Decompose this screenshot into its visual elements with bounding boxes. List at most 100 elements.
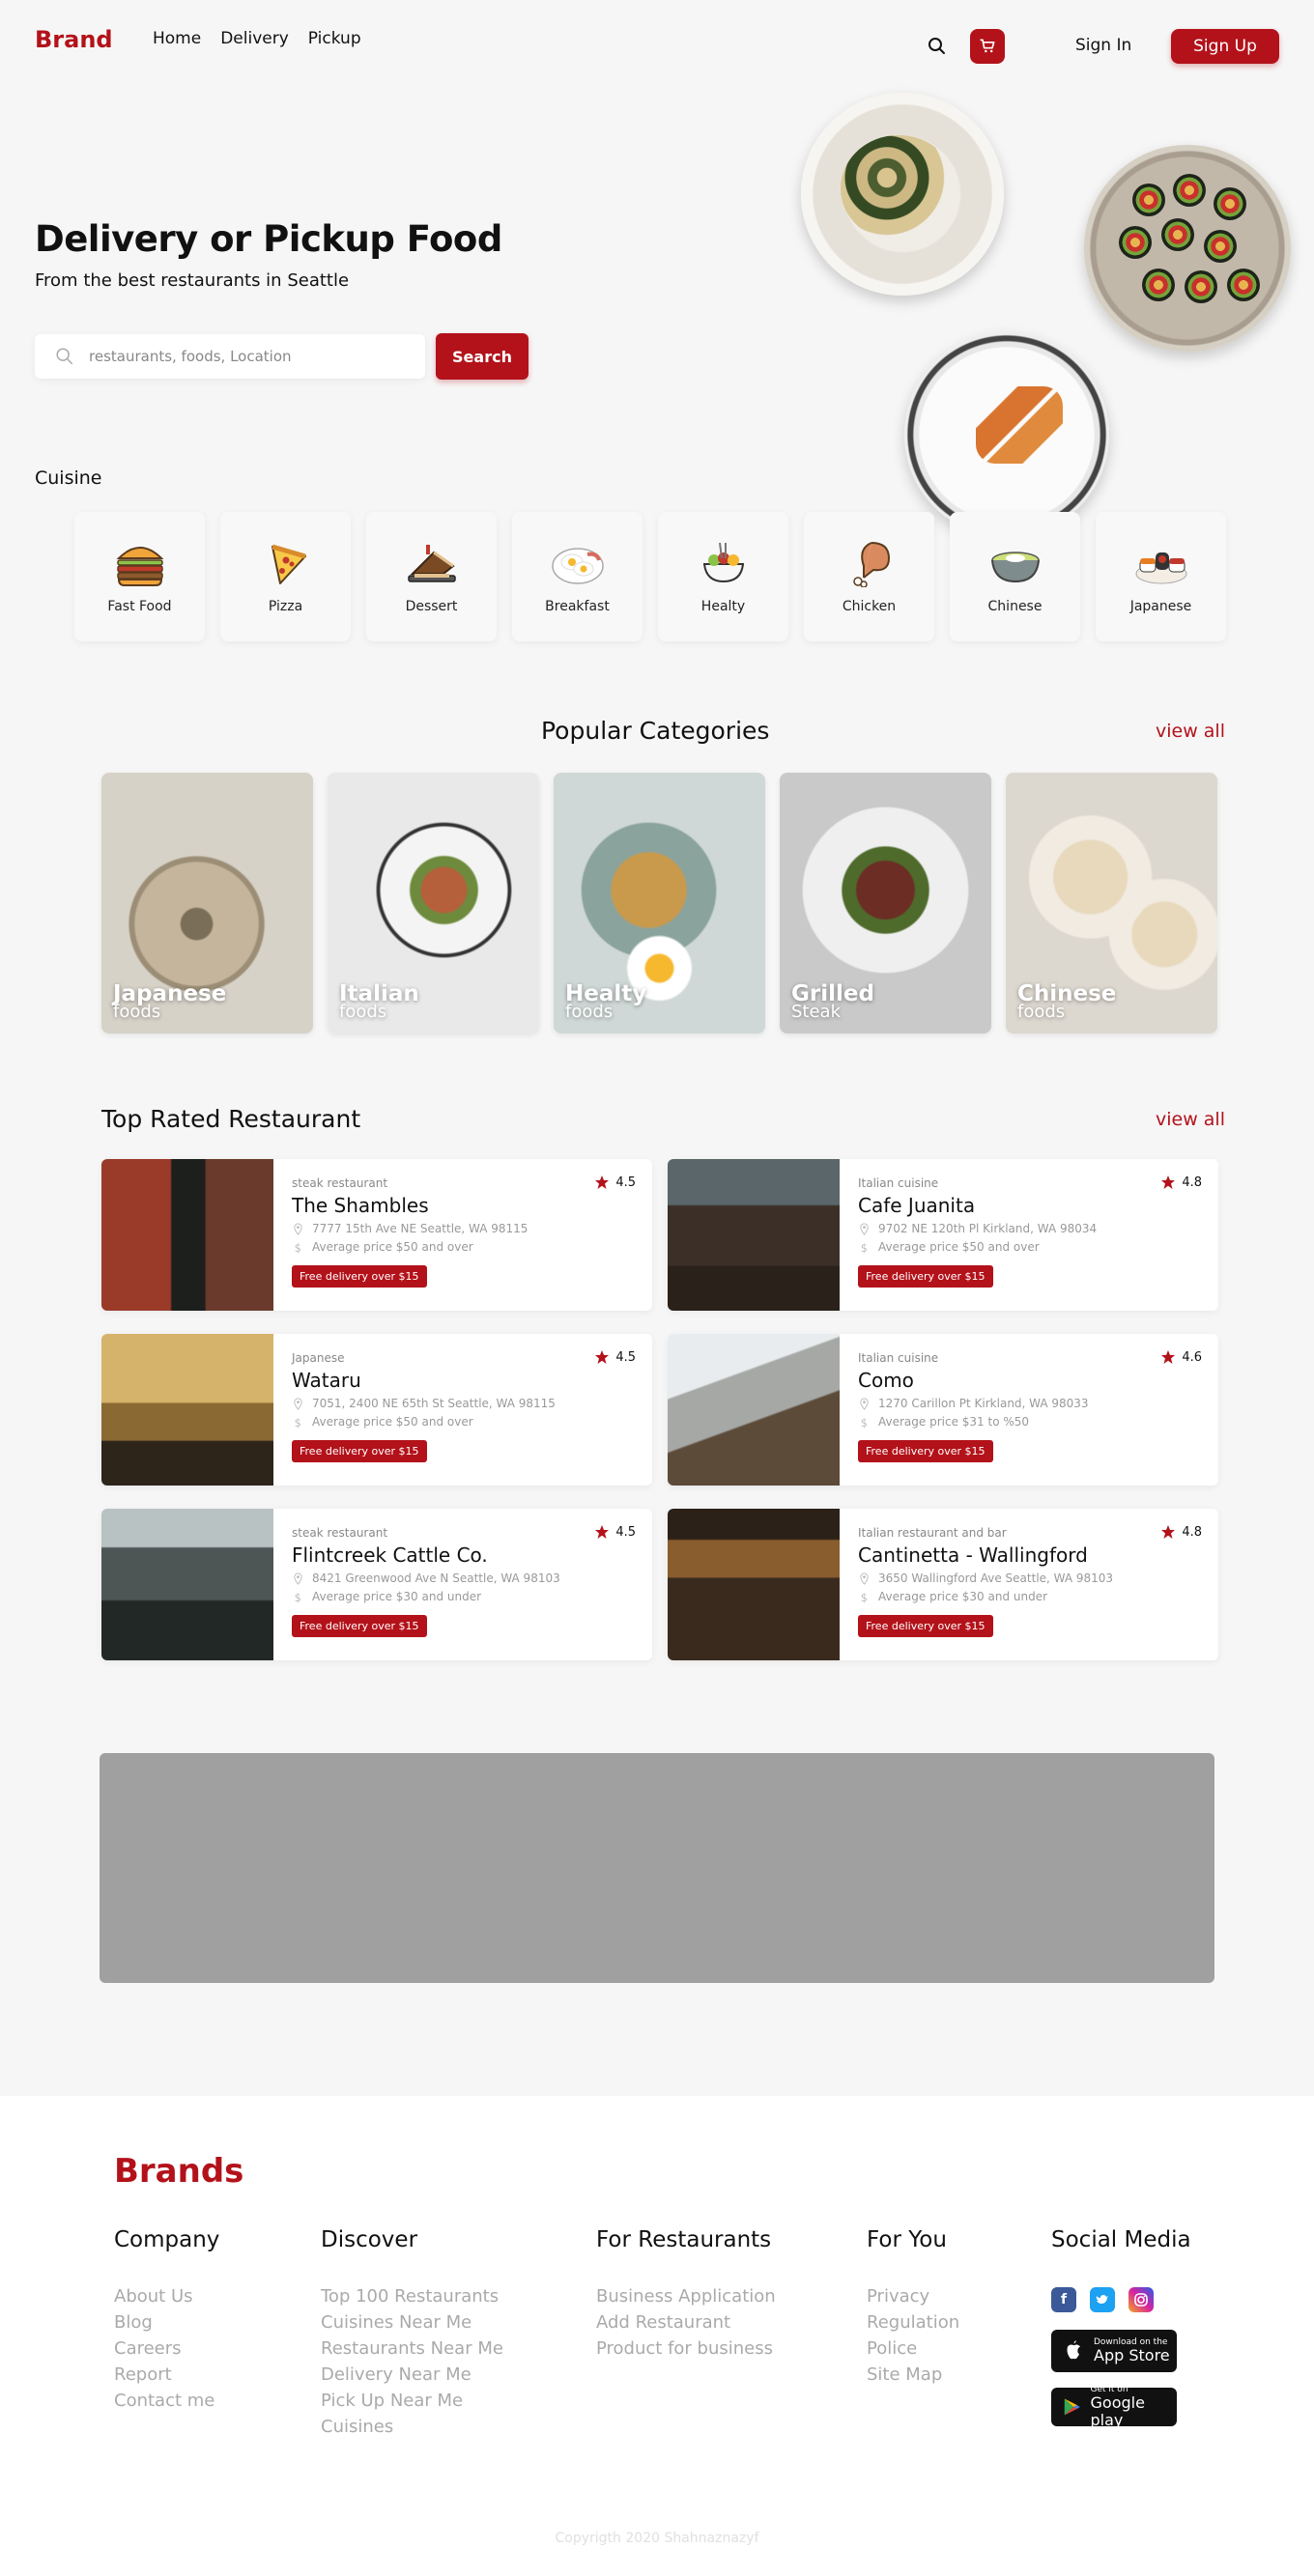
footer-link-about[interactable]: About Us: [114, 2283, 219, 2309]
cuisine-title: Cuisine: [35, 467, 102, 489]
restaurant-name: The Shambles: [292, 1194, 429, 1217]
category-card-grilled[interactable]: Grilled Steak: [780, 773, 991, 1033]
search-input[interactable]: [89, 348, 398, 365]
delivery-badge: Free delivery over $15: [292, 1265, 427, 1288]
hero-title: Delivery or Pickup Food: [35, 218, 502, 260]
footer-link-regulation[interactable]: Regulation: [867, 2309, 959, 2335]
dollar-icon: $: [861, 1592, 868, 1603]
category-card-chinese[interactable]: Chinese foods: [1006, 773, 1217, 1033]
restaurant-card[interactable]: Italian cuisine Cafe Juanita 9702 NE 120…: [668, 1159, 1218, 1311]
footer-link-add-restaurant[interactable]: Add Restaurant: [596, 2309, 776, 2335]
restaurant-name: Wataru: [292, 1369, 361, 1392]
footer-link-careers[interactable]: Careers: [114, 2335, 219, 2362]
category-sub: foods: [565, 1002, 614, 1022]
cuisine-label: Breakfast: [545, 599, 610, 614]
rating-value: 4.8: [1182, 1524, 1202, 1540]
restaurant-image: [668, 1159, 840, 1311]
footer-link-cuisines[interactable]: Cuisines: [321, 2414, 503, 2440]
restaurant-card[interactable]: Italian restaurant and bar Cantinetta - …: [668, 1509, 1218, 1660]
footer-link-business-app[interactable]: Business Application: [596, 2283, 776, 2309]
twitter-icon[interactable]: [1090, 2287, 1115, 2312]
sign-up-button[interactable]: Sign Up: [1171, 29, 1279, 64]
restaurant-price: Average price $50 and over: [312, 1240, 473, 1254]
restaurant-address: 8421 Greenwood Ave N Seattle, WA 98103: [312, 1571, 560, 1585]
google-play-button[interactable]: Get it on Google play: [1051, 2385, 1177, 2429]
sign-in-link[interactable]: Sign In: [1075, 36, 1131, 55]
location-pin-icon: [294, 1571, 302, 1585]
promo-banner-placeholder: [100, 1753, 1214, 1983]
restaurant-address: 7777 15th Ave NE Seattle, WA 98115: [312, 1222, 528, 1235]
category-card-healty[interactable]: Healty foods: [554, 773, 765, 1033]
restaurant-rating: 4.6: [1160, 1349, 1202, 1365]
footer-link-blog[interactable]: Blog: [114, 2309, 219, 2335]
footer-link-cuisines-near[interactable]: Cuisines Near Me: [321, 2309, 503, 2335]
cuisine-dessert[interactable]: Dessert: [366, 512, 497, 641]
cuisine-label: Pizza: [268, 599, 303, 614]
footer-link-police[interactable]: Police: [867, 2335, 959, 2362]
cuisine-chinese[interactable]: Chinese: [950, 512, 1080, 641]
restaurant-card[interactable]: steak restaurant Flintcreek Cattle Co. 8…: [101, 1509, 652, 1660]
cart-icon: [980, 39, 995, 53]
footer-brand[interactable]: Brands: [114, 2152, 243, 2191]
brand-logo[interactable]: Brand: [35, 26, 113, 53]
restaurant-price: Average price $31 to %50: [878, 1415, 1030, 1429]
footer-link-report[interactable]: Report: [114, 2362, 219, 2388]
cuisine-label: Chinese: [987, 599, 1043, 614]
footer-link-delivery-near[interactable]: Delivery Near Me: [321, 2362, 503, 2388]
popular-view-all-link[interactable]: view all: [1156, 721, 1225, 742]
dessert-icon: [407, 545, 456, 582]
restaurant-card[interactable]: steak restaurant The Shambles 7777 15th …: [101, 1159, 652, 1311]
burger-icon: [116, 547, 163, 586]
footer-link-top-100[interactable]: Top 100 Restaurants: [321, 2283, 503, 2309]
instagram-icon[interactable]: [1128, 2287, 1154, 2312]
restaurant-address: 1270 Carillon Pt Kirkland, WA 98033: [878, 1397, 1089, 1410]
popular-categories-title: Popular Categories: [541, 717, 770, 745]
cuisine-list: Fast Food Pizza Dessert Breakfast Healty…: [74, 512, 1226, 641]
category-sub: foods: [339, 1002, 387, 1022]
footer-link-restaurants-near[interactable]: Restaurants Near Me: [321, 2335, 503, 2362]
cuisine-chicken[interactable]: Chicken: [804, 512, 934, 641]
search-button[interactable]: Search: [436, 333, 528, 380]
location-pin-icon: [294, 1397, 302, 1410]
cuisine-japanese[interactable]: Japanese: [1096, 512, 1226, 641]
rating-value: 4.5: [615, 1175, 636, 1190]
restaurant-card[interactable]: Japanese Wataru 7051, 2400 NE 65th St Se…: [101, 1334, 652, 1486]
footer-link-site-map[interactable]: Site Map: [867, 2362, 959, 2388]
search-icon[interactable]: [926, 35, 949, 58]
star-icon: [595, 1525, 610, 1539]
cart-button[interactable]: [970, 29, 1005, 64]
cuisine-breakfast[interactable]: Breakfast: [512, 512, 643, 641]
restaurant-category: Italian cuisine: [858, 1351, 939, 1365]
restaurant-price: Average price $30 and under: [878, 1590, 1048, 1603]
footer-link-privacy[interactable]: Privacy: [867, 2283, 959, 2309]
nav-home[interactable]: Home: [153, 29, 201, 48]
footer-column-title: For You: [867, 2227, 947, 2252]
cuisine-healty[interactable]: Healty: [658, 512, 788, 641]
footer-link-product-business[interactable]: Product for business: [596, 2335, 776, 2362]
nav-pickup[interactable]: Pickup: [308, 29, 361, 48]
cuisine-fast-food[interactable]: Fast Food: [74, 512, 205, 641]
footer-restaurants-column: For Restaurants Business Application Add…: [596, 2227, 776, 2362]
cuisine-label: Japanese: [1129, 599, 1192, 614]
app-store-button[interactable]: Download on the App Store: [1051, 2330, 1177, 2372]
facebook-icon[interactable]: f: [1051, 2287, 1076, 2312]
dollar-icon: $: [295, 1592, 301, 1603]
pizza-icon: [271, 544, 306, 584]
top-rated-view-all-link[interactable]: view all: [1156, 1109, 1225, 1130]
dollar-icon: $: [861, 1242, 868, 1254]
svg-text:$: $: [861, 1592, 868, 1603]
footer-link-pickup-near[interactable]: Pick Up Near Me: [321, 2388, 503, 2414]
footer-link-contact[interactable]: Contact me: [114, 2388, 219, 2414]
nav-delivery[interactable]: Delivery: [220, 29, 289, 48]
restaurant-category: Japanese: [292, 1351, 345, 1365]
cuisine-pizza[interactable]: Pizza: [220, 512, 351, 641]
restaurant-category: steak restaurant: [292, 1176, 388, 1190]
star-icon: [595, 1350, 610, 1364]
category-card-japanese[interactable]: Japanese foods: [101, 773, 313, 1033]
category-card-italian[interactable]: Italian foods: [328, 773, 539, 1033]
restaurant-image: [101, 1334, 273, 1486]
top-rated-title: Top Rated Restaurant: [101, 1105, 361, 1133]
restaurant-card[interactable]: Italian cuisine Como 1270 Carillon Pt Ki…: [668, 1334, 1218, 1486]
svg-text:$: $: [295, 1242, 301, 1254]
rating-value: 4.5: [615, 1349, 636, 1365]
